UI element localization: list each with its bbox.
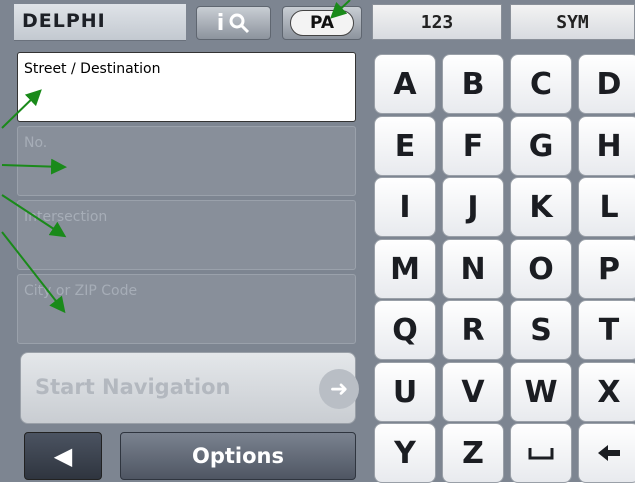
annotation-arrow-number bbox=[1, 158, 67, 175]
nav-screen: DELPHI i PA 123 SYM Street / Destination… bbox=[0, 0, 635, 483]
annotation-arrow-state bbox=[330, 0, 351, 19]
annotation-arrows bbox=[1, 0, 351, 314]
annotation-arrow-intersection bbox=[1, 194, 67, 238]
annotation-arrow-city bbox=[1, 231, 66, 314]
annotation-arrow-street bbox=[1, 89, 42, 129]
